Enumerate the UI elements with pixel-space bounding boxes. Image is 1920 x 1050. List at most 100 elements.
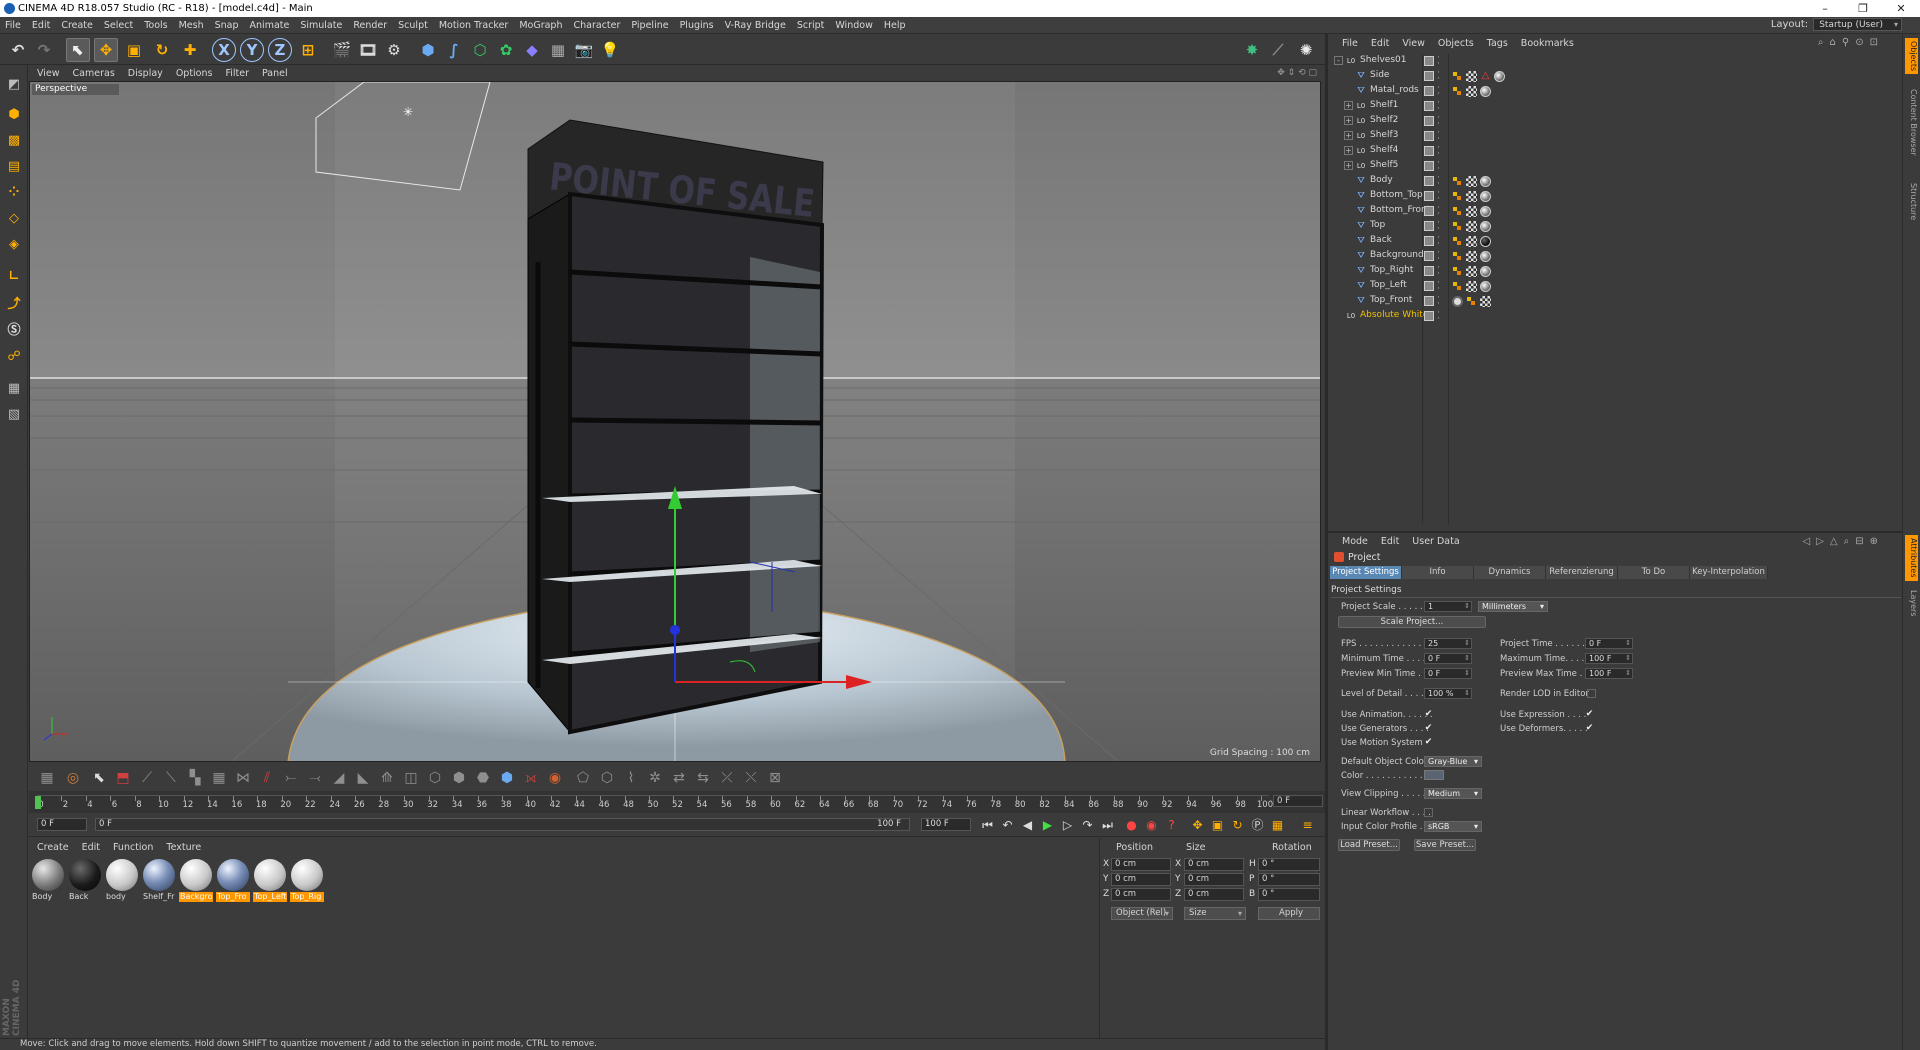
load-preset-button[interactable]: Load Preset... bbox=[1338, 839, 1400, 851]
menu-select[interactable]: Select bbox=[104, 20, 133, 31]
uvw-tag-icon[interactable] bbox=[1480, 296, 1491, 307]
points-mode-icon[interactable]: ⁘ bbox=[3, 181, 25, 203]
close-icon[interactable]: ✕ bbox=[1882, 0, 1920, 17]
perspective-viewport[interactable]: ✳ POINT OF SALE Perspective Grid Spacing… bbox=[29, 81, 1321, 762]
new-attr-panel-icon[interactable]: ⊕ bbox=[1870, 536, 1878, 547]
key-param-icon[interactable]: Ⓟ bbox=[1249, 817, 1266, 834]
key-position-icon[interactable]: ✥ bbox=[1189, 817, 1206, 834]
object-row[interactable]: ⛛ Top · · bbox=[1328, 219, 1902, 234]
material-menu-edit[interactable]: Edit bbox=[82, 842, 100, 853]
expand-icon[interactable]: + bbox=[1344, 101, 1353, 110]
polygons-mode-icon[interactable]: ◈ bbox=[3, 233, 25, 255]
record-icon[interactable]: ● bbox=[1123, 817, 1140, 834]
object-row[interactable]: ⛛ Bottom_Top · · bbox=[1328, 189, 1902, 204]
use-motion-system-checkbox[interactable]: ✔ bbox=[1424, 738, 1433, 747]
project-scale-unit-select[interactable]: Millimeters bbox=[1478, 601, 1548, 612]
tool-icon-26[interactable]: ✲ bbox=[645, 768, 665, 788]
filter-icon[interactable]: ⚲ bbox=[1842, 37, 1849, 48]
layer-visibility-icon[interactable] bbox=[1424, 86, 1434, 96]
viewport-menu-filter[interactable]: Filter bbox=[225, 68, 249, 79]
object-row[interactable]: ⛛ Background · · bbox=[1328, 249, 1902, 264]
timeline-playhead[interactable] bbox=[35, 796, 41, 809]
side-tab-structure[interactable]: Structure bbox=[1905, 180, 1918, 223]
restore-icon[interactable]: ❐ bbox=[1844, 0, 1882, 17]
make-editable-icon[interactable]: ◩ bbox=[3, 73, 25, 95]
uvw-tag-icon[interactable] bbox=[1466, 236, 1477, 247]
color-swatch[interactable] bbox=[1424, 770, 1444, 780]
cloner-icon[interactable]: ✿ bbox=[494, 38, 518, 62]
phong-tag-icon[interactable] bbox=[1452, 281, 1463, 292]
magnet-tool-icon[interactable]: ◉ bbox=[545, 768, 565, 788]
object-row[interactable]: L0 Absolute White · · bbox=[1328, 309, 1902, 324]
use-deformers-checkbox[interactable]: ✔ bbox=[1585, 724, 1594, 733]
tool-icon-14[interactable]: ◣ bbox=[353, 768, 373, 788]
editor-render-visibility-icon[interactable]: · · bbox=[1437, 294, 1443, 309]
search-icon[interactable]: ⌕ bbox=[1818, 37, 1824, 48]
tweak-mode-icon[interactable]: ⤴ bbox=[3, 291, 25, 313]
object-row[interactable]: + L0 Shelf2 · · bbox=[1328, 114, 1902, 129]
tool-icon-11[interactable]: ⤚ bbox=[281, 768, 301, 788]
menu-script[interactable]: Script bbox=[797, 20, 825, 31]
preview-range-slider[interactable]: 0 F 100 F bbox=[95, 818, 910, 831]
redo-icon[interactable]: ↷ bbox=[32, 38, 56, 62]
uvw-tag-icon[interactable] bbox=[1466, 266, 1477, 277]
planar-workplane-icon[interactable]: ▦ bbox=[3, 377, 25, 399]
menu-pipeline[interactable]: Pipeline bbox=[631, 20, 668, 31]
object-name[interactable]: Shelves01 bbox=[1360, 55, 1406, 65]
material-swatch[interactable]: Top_Left bbox=[253, 858, 287, 902]
next-frame-icon[interactable]: ▷ bbox=[1059, 817, 1076, 834]
object-row[interactable]: ⛛ Top_Left · · bbox=[1328, 279, 1902, 294]
layer-visibility-icon[interactable] bbox=[1424, 176, 1434, 186]
object-name[interactable]: Top_Left bbox=[1370, 280, 1407, 290]
goto-end-icon[interactable]: ⏭ bbox=[1099, 817, 1116, 834]
material-tag-icon[interactable] bbox=[1480, 86, 1491, 97]
menu-mesh[interactable]: Mesh bbox=[179, 20, 204, 31]
menu-help[interactable]: Help bbox=[884, 20, 906, 31]
uvw-tag-icon[interactable] bbox=[1466, 281, 1477, 292]
phong-tag-icon[interactable] bbox=[1452, 206, 1463, 217]
object-menu-view[interactable]: View bbox=[1402, 38, 1425, 49]
editor-render-visibility-icon[interactable]: · · bbox=[1437, 99, 1443, 114]
tool-icon-28[interactable]: ⇆ bbox=[693, 768, 713, 788]
object-name[interactable]: Shelf5 bbox=[1370, 160, 1398, 170]
material-menu-create[interactable]: Create bbox=[37, 842, 69, 853]
object-name[interactable]: Side bbox=[1370, 70, 1389, 80]
phong-tag-icon[interactable] bbox=[1452, 86, 1463, 97]
material-swatch[interactable]: Top_Rig bbox=[290, 858, 324, 902]
viewport-menu-view[interactable]: View bbox=[37, 68, 60, 79]
menu-create[interactable]: Create bbox=[61, 20, 93, 31]
material-swatch[interactable]: Top_Fro bbox=[216, 858, 250, 902]
object-name[interactable]: Shelf4 bbox=[1370, 145, 1398, 155]
min-time-field[interactable]: 0 F bbox=[1424, 653, 1472, 664]
tab-dynamics[interactable]: Dynamics bbox=[1474, 566, 1546, 579]
editor-render-visibility-icon[interactable]: · · bbox=[1437, 234, 1443, 249]
menu-file[interactable]: File bbox=[5, 20, 21, 31]
menu-character[interactable]: Character bbox=[573, 20, 620, 31]
select-tool-icon[interactable]: ⬉ bbox=[89, 768, 109, 788]
layout-select[interactable]: Startup (User) bbox=[1813, 18, 1902, 31]
layer-visibility-icon[interactable] bbox=[1424, 56, 1434, 66]
object-menu-edit[interactable]: Edit bbox=[1371, 38, 1389, 49]
viewport-menu-options[interactable]: Options bbox=[176, 68, 213, 79]
use-generators-checkbox[interactable]: ✔ bbox=[1424, 724, 1433, 733]
timeline-ruler[interactable]: 0 2 4 6 8 10 12 14 16 18 20 22 24 26 28 30 32 34 36 38 40 42 4… bbox=[29, 791, 1325, 813]
editor-render-visibility-icon[interactable]: · · bbox=[1437, 129, 1443, 144]
tool-icon-19[interactable]: ⬣ bbox=[473, 768, 493, 788]
tool-icon-31[interactable]: ⊠ bbox=[765, 768, 785, 788]
object-name[interactable]: Matal_rods bbox=[1370, 85, 1419, 95]
grid-workplane-icon[interactable]: ▧ bbox=[3, 403, 25, 425]
material-tag-icon[interactable] bbox=[1494, 71, 1505, 82]
size-x-field[interactable]: 0 cm bbox=[1184, 858, 1244, 871]
tool-icon-27[interactable]: ⇄ bbox=[669, 768, 689, 788]
uvw-tag-icon[interactable] bbox=[1466, 176, 1477, 187]
snap-settings-icon[interactable]: ✸ bbox=[1240, 38, 1264, 62]
tab-key-interpolation[interactable]: Key-Interpolation bbox=[1690, 566, 1768, 579]
phong-tag-icon[interactable] bbox=[1452, 191, 1463, 202]
position-y-field[interactable]: 0 cm bbox=[1111, 873, 1171, 886]
object-menu-bookmarks[interactable]: Bookmarks bbox=[1521, 38, 1574, 49]
live-selection-icon[interactable]: ⬉ bbox=[66, 38, 90, 62]
subdivision-surface-icon[interactable]: ⬡ bbox=[468, 38, 492, 62]
render-lod-checkbox[interactable] bbox=[1587, 689, 1596, 698]
layer-visibility-icon[interactable] bbox=[1424, 221, 1434, 231]
material-tag-icon[interactable] bbox=[1480, 266, 1491, 277]
